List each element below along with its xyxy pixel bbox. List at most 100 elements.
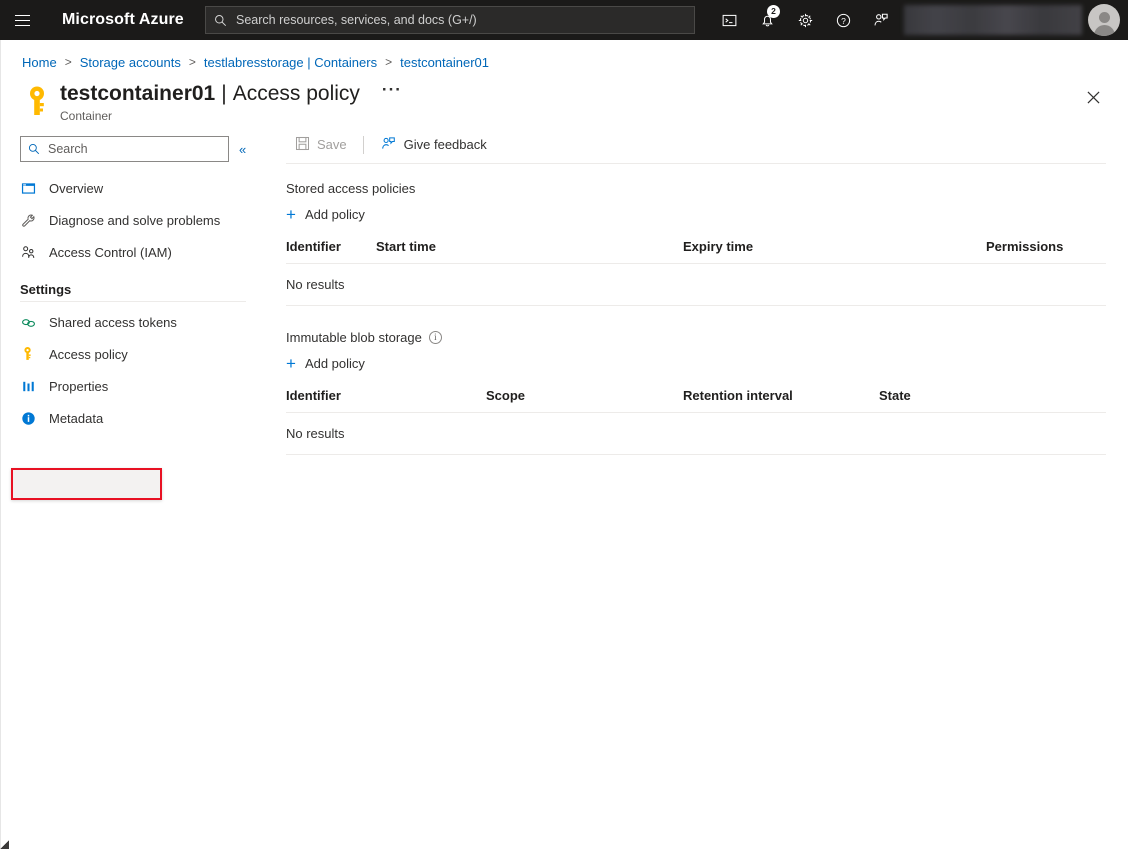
notifications-icon[interactable]: 2 [748, 0, 786, 40]
page-title: testcontainer01 | Access policy ··· [60, 81, 402, 105]
close-icon[interactable] [1080, 84, 1106, 110]
sidebar-item-metadata[interactable]: Metadata [0, 402, 266, 434]
stored-access-policies-title: Stored access policies [286, 181, 416, 196]
window-corner-artifact [0, 840, 9, 849]
breadcrumb-item-storage-accounts[interactable]: Storage accounts [80, 55, 181, 70]
sidebar-item-overview[interactable]: Overview [0, 172, 266, 204]
plus-icon: + [286, 205, 296, 224]
immutable-blob-storage-table: Identifier Scope Retention interval Stat… [286, 388, 1106, 455]
sidebar-item-label: Metadata [49, 410, 104, 426]
column-header-state[interactable]: State [879, 388, 1106, 413]
overview-icon [20, 180, 37, 197]
section-title: Stored access policies [286, 181, 1106, 196]
global-search-box[interactable] [205, 6, 695, 34]
save-label: Save [317, 137, 347, 152]
hamburger-icon[interactable] [0, 0, 44, 40]
notification-badge: 2 [767, 5, 780, 18]
sidebar-item-properties[interactable]: Properties [0, 370, 266, 402]
breadcrumb-item-testcontainer01[interactable]: testcontainer01 [400, 55, 489, 70]
add-policy-label: Add policy [304, 356, 365, 371]
breadcrumb-item-containers[interactable]: testlabresstorage | Containers [204, 55, 377, 70]
breadcrumb-item-home[interactable]: Home [22, 55, 57, 70]
column-header-permissions[interactable]: Permissions [986, 239, 1106, 264]
collapse-sidebar-button[interactable]: « [239, 142, 246, 157]
sidebar-search-row: « [0, 136, 266, 162]
column-header-retention-interval[interactable]: Retention interval [683, 388, 879, 413]
page-title-divider: | [221, 82, 227, 105]
top-bar-icons: 2 ? [710, 0, 1128, 40]
sidebar-item-label: Diagnose and solve problems [49, 212, 221, 228]
add-policy-button-stored[interactable]: + Add policy [286, 206, 365, 223]
column-header-identifier[interactable]: Identifier [286, 239, 376, 264]
stored-access-policies-section: Stored access policies + Add policy Iden… [286, 181, 1106, 306]
give-feedback-button[interactable]: Give feedback [371, 130, 496, 160]
info-outline-icon[interactable]: i [428, 331, 442, 344]
key-icon [20, 346, 37, 363]
no-results-text: No results [286, 263, 1106, 306]
settings-gear-icon[interactable] [786, 0, 824, 40]
column-header-expiry-time[interactable]: Expiry time [683, 239, 986, 264]
cloud-shell-icon[interactable] [710, 0, 748, 40]
give-feedback-label: Give feedback [403, 137, 487, 152]
save-button[interactable]: Save [286, 130, 356, 160]
search-input[interactable] [20, 136, 229, 162]
main-content: Save Give feedback Stored access policie… [266, 126, 1128, 835]
sidebar-item-label: Properties [49, 378, 109, 394]
breadcrumb-separator: > [64, 55, 72, 69]
key-icon [22, 84, 52, 118]
sidebar-item-label: Access policy [49, 346, 128, 362]
sidebar-item-label: Shared access tokens [49, 314, 177, 330]
table-row-empty: No results [286, 263, 1106, 306]
people-icon [20, 244, 37, 261]
search-icon [214, 14, 227, 27]
breadcrumb-separator: > [385, 55, 393, 69]
section-title: Immutable blob storage i [286, 330, 1106, 345]
page-more-options-button[interactable]: ··· [382, 81, 402, 98]
resource-sidebar: « Overview Diagnose and solve problems A [0, 126, 266, 835]
save-disk-icon [295, 136, 310, 154]
add-policy-label: Add policy [304, 207, 365, 222]
sidebar-item-access-control-iam[interactable]: Access Control (IAM) [0, 236, 266, 268]
left-edge-border [0, 40, 1, 849]
help-question-icon[interactable]: ? [824, 0, 862, 40]
column-header-identifier[interactable]: Identifier [286, 388, 486, 413]
feedback-person-icon [380, 135, 397, 155]
breadcrumb-separator: > [188, 55, 196, 69]
sidebar-item-diagnose-and-solve-problems[interactable]: Diagnose and solve problems [0, 204, 266, 236]
wrench-icon [20, 212, 37, 229]
table-row-empty: No results [286, 412, 1106, 455]
table-header-row: Identifier Start time Expiry time Permis… [286, 239, 1106, 264]
sidebar-item-label: Overview [49, 180, 104, 196]
toolbar-separator [362, 135, 364, 154]
sidebar-divider [20, 301, 246, 302]
svg-text:?: ? [841, 15, 846, 25]
column-header-start-time[interactable]: Start time [376, 239, 683, 264]
immutable-blob-storage-title: Immutable blob storage [286, 330, 422, 345]
add-policy-button-immutable[interactable]: + Add policy [286, 355, 365, 372]
sidebar-group-settings: Settings [20, 282, 72, 297]
command-toolbar: Save Give feedback [286, 126, 1106, 164]
link-chain-icon [20, 314, 37, 331]
page-title-section: Access policy [232, 82, 360, 105]
page-title-resource: testcontainer01 [60, 82, 216, 105]
properties-bars-icon [20, 378, 37, 395]
sidebar-item-label: Access Control (IAM) [49, 244, 172, 260]
table-header-row: Identifier Scope Retention interval Stat… [286, 388, 1106, 413]
avatar[interactable] [1086, 4, 1128, 36]
breadcrumb: Home > Storage accounts > testlabresstor… [0, 40, 1128, 70]
page-header: testcontainer01 | Access policy ··· Cont… [0, 70, 1128, 126]
page-body: « Overview Diagnose and solve problems A [0, 126, 1128, 835]
column-header-scope[interactable]: Scope [486, 388, 683, 413]
feedback-icon[interactable] [862, 0, 900, 40]
stored-access-policies-table: Identifier Start time Expiry time Permis… [286, 239, 1106, 306]
global-search-input[interactable] [234, 12, 686, 28]
sidebar-item-access-policy[interactable]: Access policy [0, 338, 266, 370]
sidebar-search-field[interactable] [46, 141, 221, 157]
no-results-text: No results [286, 412, 1106, 455]
account-info-blurred [904, 5, 1082, 35]
plus-icon: + [286, 354, 296, 373]
brand-label[interactable]: Microsoft Azure [62, 11, 184, 29]
global-top-bar: Microsoft Azure 2 ? [0, 0, 1128, 40]
sidebar-item-shared-access-tokens[interactable]: Shared access tokens [0, 306, 266, 338]
sidebar-item-selected-bg [11, 468, 162, 500]
